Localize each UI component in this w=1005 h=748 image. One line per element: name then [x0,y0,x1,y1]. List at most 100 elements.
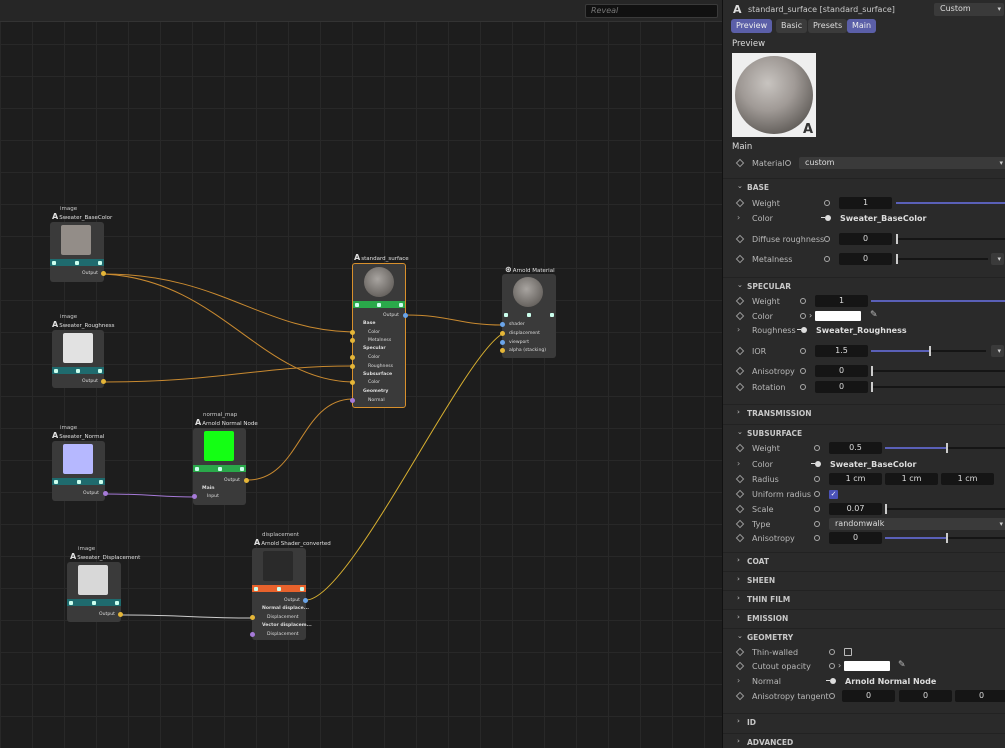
chevron-right-icon[interactable]: › [838,661,841,670]
connected-plug-icon[interactable] [811,461,821,467]
keyframe-diamond-icon[interactable] [735,366,745,376]
sss-weight-slider[interactable] [885,443,1005,453]
keyframe-diamond-icon[interactable] [735,346,745,356]
keyframe-diamond-icon[interactable] [735,443,745,453]
section-coat[interactable]: › COAT [723,552,1005,567]
slider-knob[interactable] [871,382,873,392]
keyframe-diamond-icon[interactable] [735,311,745,321]
sss-radius-b-field[interactable]: 1 cm [941,473,994,485]
spec-weight-field[interactable]: 1 [815,295,868,307]
section-advanced[interactable]: › ADVANCED [723,733,1005,748]
geo-normal-connection[interactable]: Arnold Normal Node [845,677,936,686]
section-transmission[interactable]: › TRANSMISSION [723,404,1005,419]
aniso-tangent-x-field[interactable]: 0 [842,690,895,702]
diffuse-roughness-field[interactable]: 0 [839,233,892,245]
connect-circle-icon[interactable] [800,313,806,319]
section-base[interactable]: ⌄ BASE [723,178,1005,193]
input-port[interactable] [500,340,505,345]
node-toolbar[interactable] [52,367,104,374]
slider-knob[interactable] [896,234,898,244]
node-displacement[interactable]: Output Normal displace... Displacement V… [250,548,312,640]
keyframe-diamond-icon[interactable] [735,647,745,657]
aniso-tangent-z-field[interactable]: 0 [955,690,1005,702]
sss-scale-slider[interactable] [885,504,1005,514]
node-toolbar[interactable] [193,465,246,472]
keyframe-diamond-icon[interactable] [735,296,745,306]
node-toolbar[interactable] [353,301,405,308]
connect-circle-icon[interactable] [824,200,830,206]
keyframe-diamond-icon[interactable] [735,254,745,264]
chevron-right-icon[interactable]: › [737,676,740,685]
keyframe-diamond-icon[interactable] [735,158,745,168]
section-specular[interactable]: ⌄ SPECULAR [723,277,1005,292]
sss-scale-field[interactable]: 0.07 [829,503,882,515]
section-id[interactable]: › ID [723,713,1005,728]
connect-circle-icon[interactable] [814,521,820,527]
keyframe-diamond-icon[interactable] [735,474,745,484]
tab-preview[interactable]: Preview [731,19,773,33]
node-arnold-material[interactable]: shader displacement viewport alpha (stac… [500,274,556,358]
section-sheen[interactable]: › SHEEN [723,571,1005,586]
node-sweater-normal[interactable]: Output [52,441,108,501]
input-port[interactable] [350,398,355,403]
spec-anisotropy-field[interactable]: 0 [815,365,868,377]
input-port[interactable] [250,615,255,620]
node-sweater-roughness[interactable]: Output [52,330,106,388]
connect-circle-icon[interactable] [814,476,820,482]
connect-circle-icon[interactable] [814,491,820,497]
sss-anisotropy-field[interactable]: 0 [829,532,882,544]
keyframe-diamond-icon[interactable] [735,691,745,701]
node-graph-canvas[interactable]: Reveal image ASweater_BaseColor Output i… [0,0,722,748]
tab-presets[interactable]: Presets [808,19,848,33]
tab-basic[interactable]: Basic [776,19,808,33]
keyframe-diamond-icon[interactable] [735,519,745,529]
keyframe-diamond-icon[interactable] [735,234,745,244]
input-port[interactable] [350,330,355,335]
preset-dropdown[interactable]: Custom ▾ [934,3,1004,16]
connect-circle-icon[interactable] [785,160,791,166]
connect-circle-icon[interactable] [829,649,835,655]
node-standard-surface[interactable]: Output Base Color Metalness Specular Col… [350,263,408,408]
spec-color-swatch[interactable] [815,311,861,321]
spec-rotation-slider[interactable] [871,382,1005,392]
spec-rotation-field[interactable]: 0 [815,381,868,393]
node-toolbar[interactable] [67,599,121,606]
output-port[interactable] [101,379,106,384]
section-subsurface[interactable]: ⌄ SUBSURFACE [723,424,1005,439]
section-geometry[interactable]: ⌄ GEOMETRY [723,628,1005,643]
connect-circle-icon[interactable] [824,256,830,262]
input-port[interactable] [500,322,505,327]
connected-plug-icon[interactable] [821,215,831,221]
slider-knob[interactable] [945,533,948,543]
output-port[interactable] [118,612,123,617]
connect-circle-icon[interactable] [800,368,806,374]
keyframe-diamond-icon[interactable] [735,382,745,392]
uniform-radius-checkbox[interactable]: ✓ [829,490,838,499]
metalness-menu[interactable]: ▾ [991,253,1004,265]
eyedropper-icon[interactable]: ✎ [870,310,878,320]
connect-circle-icon[interactable] [800,348,806,354]
output-port[interactable] [101,271,106,276]
cutout-opacity-swatch[interactable] [844,661,890,671]
output-port[interactable] [303,598,308,603]
chevron-right-icon[interactable]: › [737,325,740,334]
output-port[interactable] [403,313,408,318]
ior-slider[interactable] [871,346,986,356]
keyframe-diamond-icon[interactable] [735,489,745,499]
node-toolbar[interactable] [252,585,306,592]
connected-plug-icon[interactable] [826,678,836,684]
thin-walled-checkbox[interactable] [844,648,852,656]
node-arnold-normal[interactable]: Output Main Input [192,428,249,505]
output-port[interactable] [103,491,108,496]
spec-weight-slider[interactable] [871,300,1005,302]
connect-circle-icon[interactable] [814,506,820,512]
output-port[interactable] [244,478,249,483]
chevron-right-icon[interactable]: › [737,213,740,222]
node-toolbar[interactable] [502,311,556,318]
chevron-right-icon[interactable]: › [737,459,740,468]
ior-field[interactable]: 1.5 [815,345,868,357]
chevron-right-icon[interactable]: › [809,311,812,320]
input-port[interactable] [500,331,505,336]
aniso-tangent-y-field[interactable]: 0 [899,690,952,702]
tab-main[interactable]: Main [847,19,877,33]
